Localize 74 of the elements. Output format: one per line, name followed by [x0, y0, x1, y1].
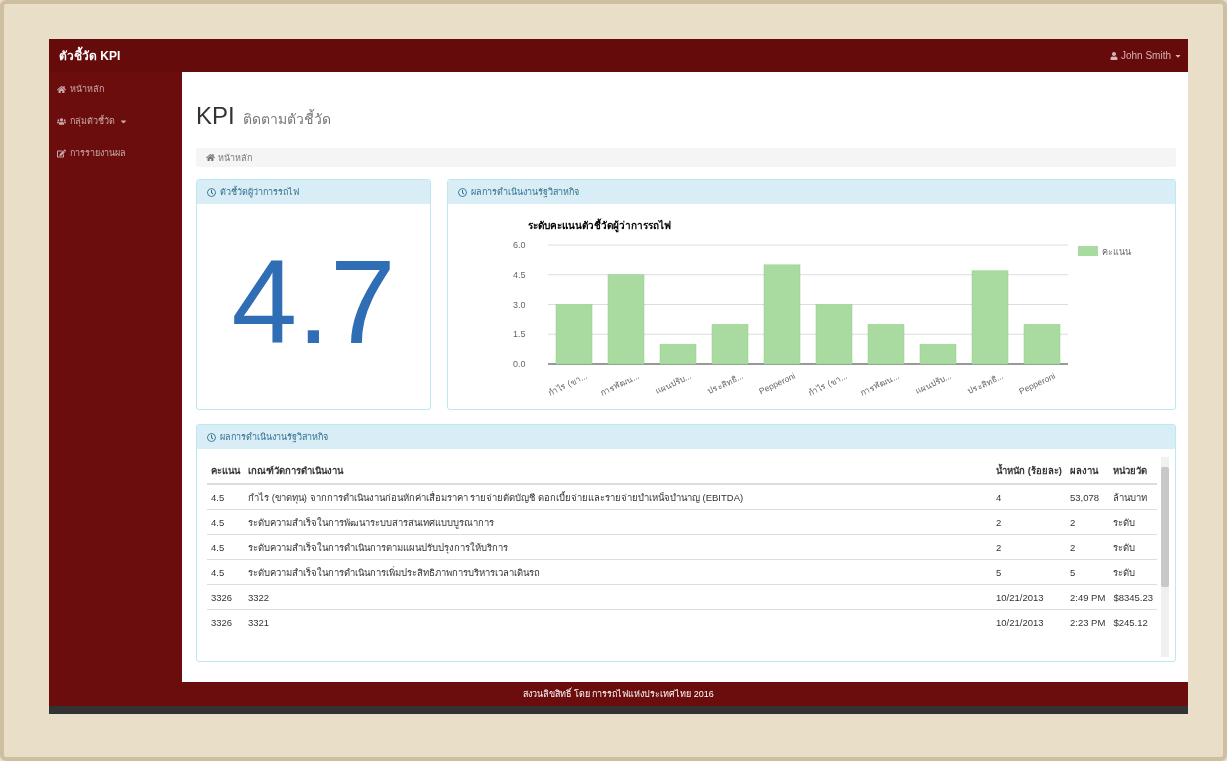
user-icon	[1109, 51, 1118, 60]
table-cell: 2	[992, 534, 1066, 560]
table-cell: 5	[1066, 559, 1110, 585]
table-cell: $8345.23	[1109, 584, 1157, 610]
table-cell: 10/21/2013	[992, 609, 1066, 634]
group-icon	[57, 116, 66, 126]
bar	[659, 343, 697, 365]
table-cell: ระดับความสำเร็จในการพัฒนาระบบสารสนเทศแบบบูรณาการ	[244, 509, 992, 535]
chart-title: ระดับคะแนนตัวชี้วัดผู้ว่าการรถไฟ	[528, 220, 671, 231]
panel-heading-text: ผลการดำเนินงานรัฐวิสาหกิจ	[471, 186, 579, 199]
footer-text: สงวนลิขสิทธิ์ โดย การรถไฟแห่งประเทศไทย 2016	[523, 687, 714, 701]
panel-heading-text: ตัวชี้วัดผู้ว่าการรถไฟ	[220, 185, 299, 199]
bar	[1023, 324, 1061, 365]
table-cell: 5	[992, 559, 1066, 585]
page-subtitle: ติดตามตัวชี้วัด	[242, 108, 331, 129]
table-cell: 2	[992, 509, 1066, 535]
column-header: น้ำหนัก (ร้อยละ)	[992, 457, 1066, 484]
y-tick-label: 1.5	[513, 329, 526, 340]
breadcrumb-item[interactable]: หน้าหลัก	[218, 150, 252, 165]
clock-icon	[207, 432, 216, 442]
y-tick-label: 4.5	[513, 269, 526, 280]
bar	[919, 343, 957, 365]
column-header: ผลงาน	[1066, 457, 1110, 484]
panel-heading-text: ผลการดำเนินงานรัฐวิสาหกิจ	[220, 431, 328, 444]
table-cell: ระดับ	[1109, 559, 1157, 585]
edit-icon	[57, 148, 66, 158]
table-cell: 2	[1066, 509, 1110, 535]
clock-icon	[458, 187, 467, 197]
bar	[711, 324, 749, 365]
table-cell: ระดับ	[1109, 534, 1157, 560]
x-tick-label: กำไร (ขา...	[806, 370, 849, 398]
table-cell: 3326	[207, 609, 244, 634]
clock-icon	[207, 187, 216, 197]
column-header: คะแนน	[207, 457, 244, 484]
table-cell: 2:49 PM	[1066, 584, 1110, 610]
table-cell: 4.5	[207, 559, 244, 585]
table-cell: 2:23 PM	[1066, 609, 1110, 634]
table-cell: ระดับ	[1109, 509, 1157, 535]
home-icon	[57, 84, 66, 94]
table-cell: ระดับความสำเร็จในการดำเนินการเพิ่มประสิทธิภาพการบริหารเวลาเดินรถ	[244, 559, 992, 585]
table-cell: 3326	[207, 584, 244, 610]
table-cell: ล้านบาท	[1109, 484, 1157, 510]
y-tick-label: 6.0	[513, 240, 526, 250]
sidebar-item[interactable]: การรายงานผล	[49, 146, 182, 160]
legend-swatch	[1078, 246, 1098, 256]
sidebar-item[interactable]: กลุ่มตัวชี้วัด	[49, 114, 182, 128]
legend-label: คะแนน	[1102, 247, 1131, 257]
table-cell: 4	[992, 484, 1066, 510]
bar	[867, 324, 905, 365]
table-cell: กำไร (ขาดทุน) จากการดำเนินงานก่อนหักค่าเสื่อมราคา รายจ่ายตัดบัญชี ดอกเบี้ยจ่ายและรายจ่ายบำเหน็จบำนาญ (EBITDA)	[244, 484, 992, 510]
brand-title[interactable]: ตัวชี้วัด KPI	[59, 46, 121, 65]
table-cell: 4.5	[207, 534, 244, 560]
column-header: เกณฑ์วัดการดำเนินงาน	[244, 457, 992, 484]
table-cell: 4.5	[207, 484, 244, 510]
x-tick-label: กำไร (ขา...	[546, 370, 589, 398]
table-cell: ระดับความสำเร็จในการดำเนินการตามแผนปรับปรุงการให้บริการ	[244, 534, 992, 560]
sidebar-item[interactable]: หน้าหลัก	[49, 82, 182, 96]
bar	[555, 304, 593, 365]
score-value: 4.7	[230, 234, 397, 370]
table-cell: 4.5	[207, 509, 244, 535]
table-cell: 3321	[244, 609, 992, 634]
user-menu[interactable]: John Smith	[1109, 50, 1182, 61]
table-cell: 10/21/2013	[992, 584, 1066, 610]
table-cell: $245.12	[1109, 609, 1157, 634]
home-icon	[206, 153, 215, 162]
table-cell: 3322	[244, 584, 992, 610]
bar	[815, 304, 853, 365]
page-title: KPI	[196, 102, 235, 130]
y-tick-label: 3.0	[513, 299, 526, 310]
table-cell: 53,078	[1066, 484, 1110, 510]
y-tick-label: 0.0	[513, 359, 526, 369]
scrollbar[interactable]	[1161, 457, 1169, 657]
table-cell: 2	[1066, 534, 1110, 560]
column-header: หน่วยวัด	[1109, 457, 1157, 484]
